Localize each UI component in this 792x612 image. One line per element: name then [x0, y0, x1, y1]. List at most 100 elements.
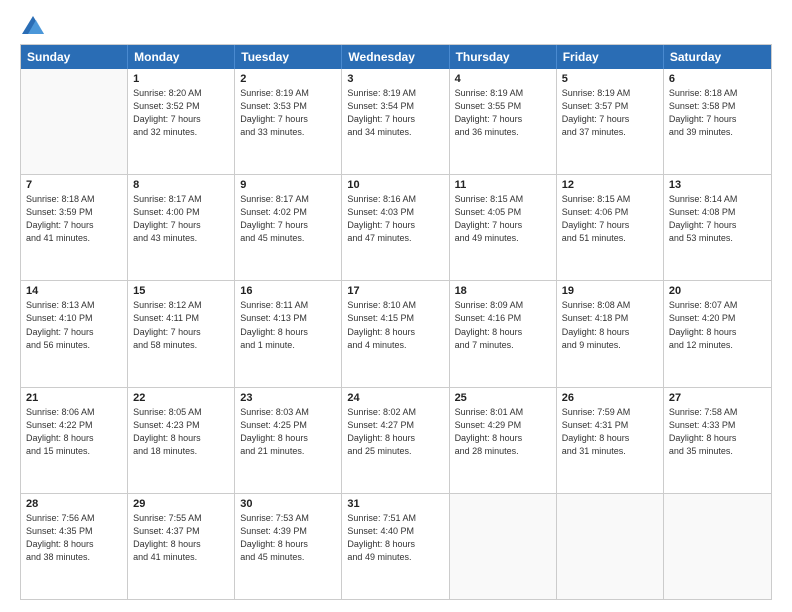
calendar-body: 1 Sunrise: 8:20 AMSunset: 3:52 PMDaylight…: [21, 69, 771, 599]
weekday-header: Tuesday: [235, 45, 342, 69]
day-number: 4: [455, 73, 551, 85]
day-number: 21: [26, 392, 122, 404]
calendar-cell: 6 Sunrise: 8:18 AMSunset: 3:58 PMDaylight…: [664, 69, 771, 174]
calendar-cell: 29 Sunrise: 7:55 AMSunset: 4:37 PMDayligh…: [128, 494, 235, 599]
day-number: 27: [669, 392, 766, 404]
logo: [20, 16, 44, 34]
day-info: Sunrise: 8:11 AMSunset: 4:13 PMDaylight:…: [240, 299, 336, 351]
day-number: 5: [562, 73, 658, 85]
day-info: Sunrise: 8:01 AMSunset: 4:29 PMDaylight:…: [455, 406, 551, 458]
day-info: Sunrise: 7:59 AMSunset: 4:31 PMDaylight:…: [562, 406, 658, 458]
calendar-cell: 26 Sunrise: 7:59 AMSunset: 4:31 PMDayligh…: [557, 388, 664, 493]
day-info: Sunrise: 8:18 AMSunset: 3:58 PMDaylight:…: [669, 87, 766, 139]
day-info: Sunrise: 8:10 AMSunset: 4:15 PMDaylight:…: [347, 299, 443, 351]
day-info: Sunrise: 8:05 AMSunset: 4:23 PMDaylight:…: [133, 406, 229, 458]
day-number: 7: [26, 179, 122, 191]
day-number: 12: [562, 179, 658, 191]
calendar-cell: 22Sunrise: 8:05 AMSunset: 4:23 PMDayligh…: [128, 388, 235, 493]
day-info: Sunrise: 8:19 AMSunset: 3:54 PMDaylight:…: [347, 87, 443, 139]
day-number: 1: [133, 73, 229, 85]
calendar-cell: 1 Sunrise: 8:20 AMSunset: 3:52 PMDaylight…: [128, 69, 235, 174]
header: [20, 16, 772, 34]
day-info: Sunrise: 8:09 AMSunset: 4:16 PMDaylight:…: [455, 299, 551, 351]
calendar-cell: 18 Sunrise: 8:09 AMSunset: 4:16 PMDayligh…: [450, 281, 557, 386]
day-info: Sunrise: 8:19 AMSunset: 3:57 PMDaylight:…: [562, 87, 658, 139]
calendar-row: 7 Sunrise: 8:18 AMSunset: 3:59 PMDaylight…: [21, 174, 771, 280]
calendar-cell: 12 Sunrise: 8:15 AMSunset: 4:06 PMDayligh…: [557, 175, 664, 280]
calendar-cell: 24Sunrise: 8:02 AMSunset: 4:27 PMDayligh…: [342, 388, 449, 493]
calendar-header: SundayMondayTuesdayWednesdayThursdayFrid…: [21, 45, 771, 69]
day-info: Sunrise: 8:19 AMSunset: 3:53 PMDaylight:…: [240, 87, 336, 139]
calendar-cell: 4 Sunrise: 8:19 AMSunset: 3:55 PMDaylight…: [450, 69, 557, 174]
calendar-cell: 9 Sunrise: 8:17 AMSunset: 4:02 PMDaylight…: [235, 175, 342, 280]
day-number: 20: [669, 285, 766, 297]
calendar-cell: 28 Sunrise: 7:56 AMSunset: 4:35 PMDayligh…: [21, 494, 128, 599]
day-number: 13: [669, 179, 766, 191]
day-number: 8: [133, 179, 229, 191]
day-number: 10: [347, 179, 443, 191]
weekday-header: Saturday: [664, 45, 771, 69]
calendar-cell: 13 Sunrise: 8:14 AMSunset: 4:08 PMDayligh…: [664, 175, 771, 280]
day-info: Sunrise: 8:08 AMSunset: 4:18 PMDaylight:…: [562, 299, 658, 351]
calendar-cell: 5 Sunrise: 8:19 AMSunset: 3:57 PMDaylight…: [557, 69, 664, 174]
day-number: 9: [240, 179, 336, 191]
day-info: Sunrise: 7:56 AMSunset: 4:35 PMDaylight:…: [26, 512, 122, 564]
day-info: Sunrise: 8:19 AMSunset: 3:55 PMDaylight:…: [455, 87, 551, 139]
page: SundayMondayTuesdayWednesdayThursdayFrid…: [0, 0, 792, 612]
day-info: Sunrise: 8:14 AMSunset: 4:08 PMDaylight:…: [669, 193, 766, 245]
day-number: 18: [455, 285, 551, 297]
calendar-cell: 27 Sunrise: 7:58 AMSunset: 4:33 PMDayligh…: [664, 388, 771, 493]
day-info: Sunrise: 8:17 AMSunset: 4:00 PMDaylight:…: [133, 193, 229, 245]
calendar-cell: 7 Sunrise: 8:18 AMSunset: 3:59 PMDaylight…: [21, 175, 128, 280]
day-info: Sunrise: 8:15 AMSunset: 4:05 PMDaylight:…: [455, 193, 551, 245]
day-info: Sunrise: 8:16 AMSunset: 4:03 PMDaylight:…: [347, 193, 443, 245]
day-number: 6: [669, 73, 766, 85]
day-info: Sunrise: 8:18 AMSunset: 3:59 PMDaylight:…: [26, 193, 122, 245]
day-number: 31: [347, 498, 443, 510]
day-number: 30: [240, 498, 336, 510]
day-number: 24: [347, 392, 443, 404]
calendar-cell: 31 Sunrise: 7:51 AMSunset: 4:40 PMDayligh…: [342, 494, 449, 599]
calendar-row: 14 Sunrise: 8:13 AMSunset: 4:10 PMDayligh…: [21, 280, 771, 386]
calendar-cell: [450, 494, 557, 599]
calendar-cell: [664, 494, 771, 599]
day-number: 26: [562, 392, 658, 404]
day-info: Sunrise: 8:07 AMSunset: 4:20 PMDaylight:…: [669, 299, 766, 351]
day-info: Sunrise: 8:03 AMSunset: 4:25 PMDaylight:…: [240, 406, 336, 458]
calendar-cell: 2 Sunrise: 8:19 AMSunset: 3:53 PMDaylight…: [235, 69, 342, 174]
day-number: 29: [133, 498, 229, 510]
calendar-cell: [557, 494, 664, 599]
day-number: 28: [26, 498, 122, 510]
weekday-header: Friday: [557, 45, 664, 69]
calendar-row: 1 Sunrise: 8:20 AMSunset: 3:52 PMDaylight…: [21, 69, 771, 174]
day-number: 23: [240, 392, 336, 404]
day-number: 15: [133, 285, 229, 297]
calendar-cell: 30Sunrise: 7:53 AMSunset: 4:39 PMDayligh…: [235, 494, 342, 599]
day-info: Sunrise: 8:15 AMSunset: 4:06 PMDaylight:…: [562, 193, 658, 245]
day-info: Sunrise: 8:06 AMSunset: 4:22 PMDaylight:…: [26, 406, 122, 458]
calendar-cell: 3 Sunrise: 8:19 AMSunset: 3:54 PMDaylight…: [342, 69, 449, 174]
day-number: 17: [347, 285, 443, 297]
calendar-cell: 16Sunrise: 8:11 AMSunset: 4:13 PMDayligh…: [235, 281, 342, 386]
day-number: 2: [240, 73, 336, 85]
weekday-header: Sunday: [21, 45, 128, 69]
day-info: Sunrise: 8:13 AMSunset: 4:10 PMDaylight:…: [26, 299, 122, 351]
calendar-cell: 10 Sunrise: 8:16 AMSunset: 4:03 PMDayligh…: [342, 175, 449, 280]
calendar-cell: 14 Sunrise: 8:13 AMSunset: 4:10 PMDayligh…: [21, 281, 128, 386]
calendar-row: 21 Sunrise: 8:06 AMSunset: 4:22 PMDayligh…: [21, 387, 771, 493]
day-info: Sunrise: 7:55 AMSunset: 4:37 PMDaylight:…: [133, 512, 229, 564]
calendar-cell: 15Sunrise: 8:12 AMSunset: 4:11 PMDayligh…: [128, 281, 235, 386]
calendar-cell: 23 Sunrise: 8:03 AMSunset: 4:25 PMDayligh…: [235, 388, 342, 493]
calendar-cell: [21, 69, 128, 174]
calendar-cell: 11Sunrise: 8:15 AMSunset: 4:05 PMDayligh…: [450, 175, 557, 280]
day-info: Sunrise: 8:20 AMSunset: 3:52 PMDaylight:…: [133, 87, 229, 139]
day-info: Sunrise: 7:51 AMSunset: 4:40 PMDaylight:…: [347, 512, 443, 564]
calendar-cell: 20 Sunrise: 8:07 AMSunset: 4:20 PMDayligh…: [664, 281, 771, 386]
calendar-cell: 25Sunrise: 8:01 AMSunset: 4:29 PMDayligh…: [450, 388, 557, 493]
calendar: SundayMondayTuesdayWednesdayThursdayFrid…: [20, 44, 772, 600]
day-info: Sunrise: 7:58 AMSunset: 4:33 PMDaylight:…: [669, 406, 766, 458]
day-number: 14: [26, 285, 122, 297]
day-number: 3: [347, 73, 443, 85]
day-info: Sunrise: 8:17 AMSunset: 4:02 PMDaylight:…: [240, 193, 336, 245]
calendar-cell: 17 Sunrise: 8:10 AMSunset: 4:15 PMDayligh…: [342, 281, 449, 386]
